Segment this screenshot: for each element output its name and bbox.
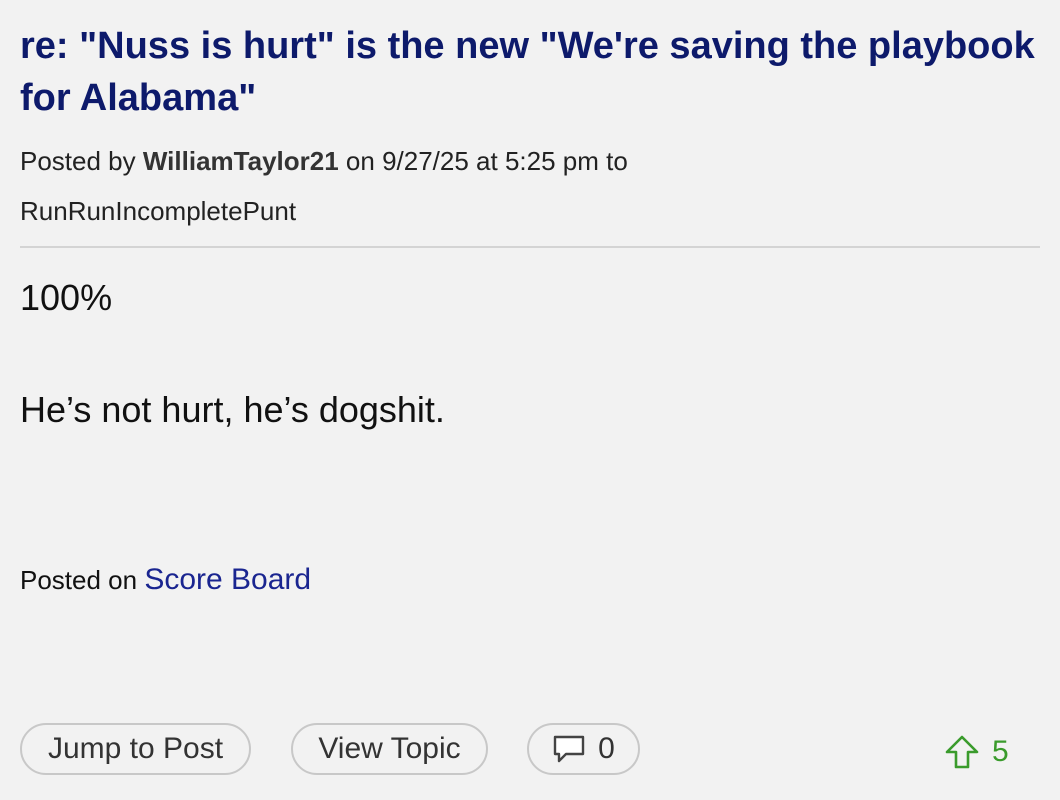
board-link[interactable]: Score Board (144, 563, 311, 596)
posted-on: Posted on Score Board (20, 562, 311, 598)
posted-on-label: Posted on (20, 565, 138, 595)
reply-count-button[interactable]: 0 (527, 723, 640, 775)
upvote-count: 5 (992, 735, 1009, 768)
speech-bubble-icon (552, 734, 586, 764)
post-title: re: "Nuss is hurt" is the new "We're sav… (20, 25, 1035, 119)
post-timestamp: 9/27/25 at 5:25 pm (382, 146, 599, 176)
to-label: to (606, 146, 628, 176)
author-link[interactable]: WilliamTaylor21 (143, 146, 339, 176)
on-label: on (345, 146, 375, 176)
jump-to-post-label: Jump to Post (47, 732, 224, 765)
jump-to-post-button[interactable]: Jump to Post (20, 723, 251, 775)
reply-count: 0 (598, 732, 615, 765)
post-body-line: He’s not hurt, he’s dogshit. (20, 389, 445, 430)
posted-by-label: Posted by (20, 146, 136, 176)
forum-post: re: "Nuss is hurt" is the new "We're sav… (0, 0, 1060, 800)
upvote-control[interactable]: 5 (944, 730, 1009, 774)
view-topic-button[interactable]: View Topic (291, 723, 488, 775)
recipient-link[interactable]: RunRunIncompletePunt (20, 196, 296, 226)
post-body-line: 100% (20, 277, 113, 318)
divider (20, 246, 1040, 248)
view-topic-label: View Topic (318, 732, 461, 765)
up-arrow-icon[interactable] (944, 734, 980, 770)
post-meta: Posted by WilliamTaylor21 on 9/27/25 at … (20, 136, 1020, 236)
